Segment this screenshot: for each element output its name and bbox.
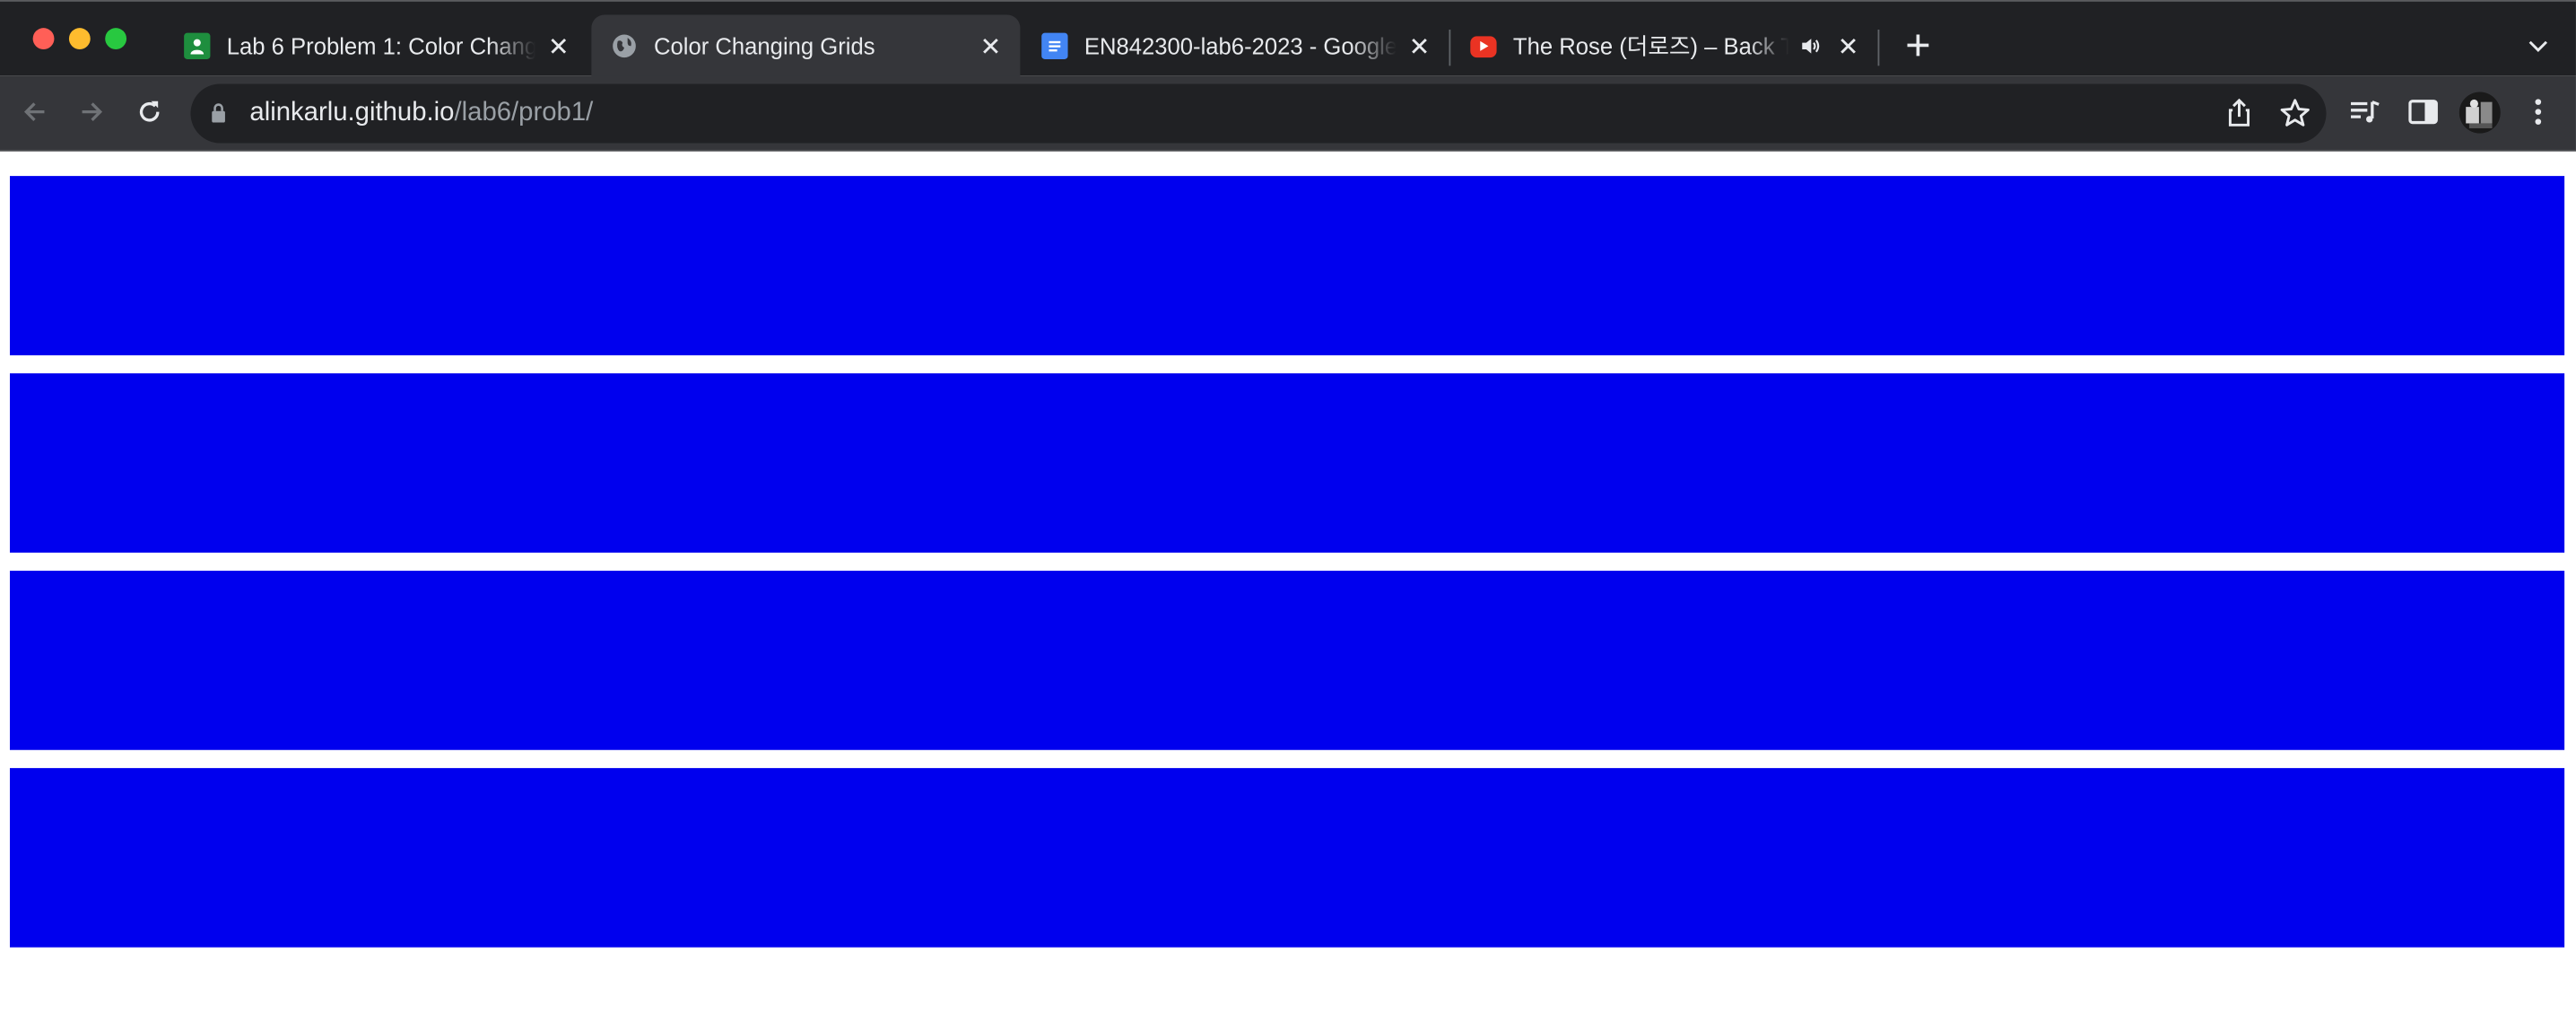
browser-window: Lab 6 Problem 1: Color Changer Color Cha…	[0, 0, 2576, 1023]
tab-separator	[1877, 29, 1880, 66]
share-icon[interactable]	[2221, 95, 2257, 139]
close-tab-icon[interactable]	[974, 30, 1007, 63]
speaker-icon[interactable]	[1796, 36, 1825, 56]
lock-icon[interactable]	[210, 102, 226, 132]
close-tab-icon[interactable]	[1832, 30, 1865, 63]
address-bar[interactable]: alinkarlu.github.io/lab6/prob1/	[190, 83, 2327, 144]
new-tab-button[interactable]	[1897, 24, 1936, 64]
tab-google-docs[interactable]: EN842300-lab6-2023 - Google Docs	[1022, 14, 1449, 77]
browser-menu-icon[interactable]	[2517, 91, 2560, 134]
forward-button[interactable]	[71, 91, 114, 134]
profile-avatar[interactable]	[2459, 92, 2501, 134]
side-panel-icon[interactable]	[2402, 91, 2445, 134]
tab-title: Lab 6 Problem 1: Color Changer	[226, 32, 536, 59]
close-tab-icon[interactable]	[1403, 30, 1436, 63]
youtube-icon	[1470, 35, 1497, 57]
zoom-window-button[interactable]	[105, 28, 127, 49]
color-grid-3[interactable]	[9, 570, 2565, 750]
tab-lab6-problem1[interactable]: Lab 6 Problem 1: Color Changer	[164, 14, 588, 77]
url-text[interactable]: alinkarlu.github.io/lab6/prob1/	[249, 99, 593, 128]
tab-strip: Lab 6 Problem 1: Color Changer Color Cha…	[0, 0, 2576, 78]
tab-title: EN842300-lab6-2023 - Google Docs	[1083, 32, 1397, 59]
url-path: /lab6/prob1/	[454, 98, 594, 127]
color-grid-1[interactable]	[9, 176, 2565, 355]
tab-search-chevron-icon[interactable]	[2520, 28, 2556, 64]
color-grid-2[interactable]	[9, 373, 2565, 553]
minimize-window-button[interactable]	[68, 28, 91, 49]
back-button[interactable]	[13, 91, 57, 134]
bookmark-star-icon[interactable]	[2277, 95, 2313, 139]
reload-button[interactable]	[128, 91, 171, 134]
tab-title: The Rose (더로즈) – Back To Me	[1512, 32, 1789, 59]
url-domain: alinkarlu.github.io	[249, 98, 455, 127]
page-content	[0, 153, 2576, 1023]
tab-title: Color Changing Grids	[653, 32, 875, 59]
media-controls-icon[interactable]	[2345, 91, 2388, 134]
docs-icon	[1041, 32, 1068, 59]
classroom-icon	[184, 32, 211, 59]
close-window-button[interactable]	[32, 28, 55, 49]
globe-icon	[611, 33, 637, 59]
browser-toolbar: alinkarlu.github.io/lab6/prob1/	[0, 75, 2576, 152]
tab-color-changing-grids[interactable]: Color Changing Grids	[591, 14, 1021, 78]
close-tab-icon[interactable]	[542, 30, 575, 63]
color-grid-4[interactable]	[9, 767, 2565, 948]
tab-youtube-the-rose[interactable]: The Rose (더로즈) – Back To Me	[1450, 14, 1877, 77]
